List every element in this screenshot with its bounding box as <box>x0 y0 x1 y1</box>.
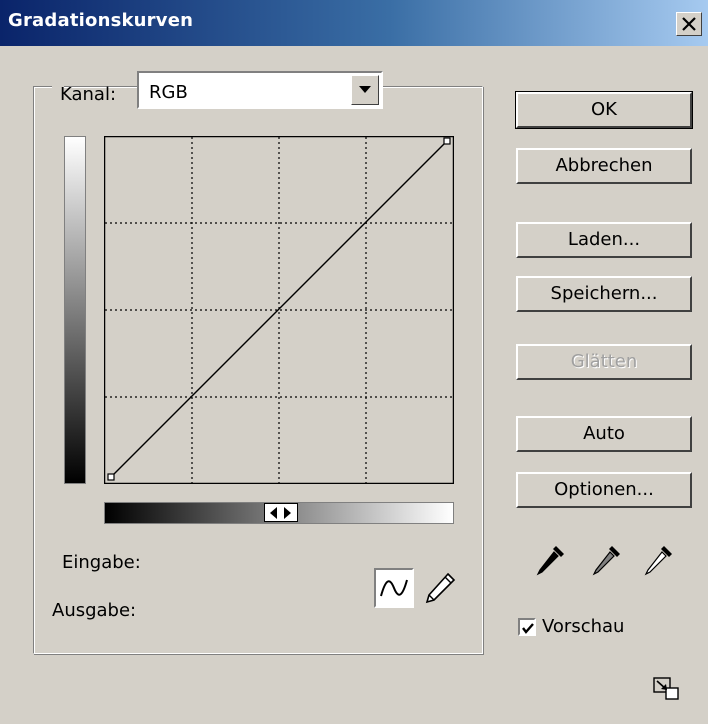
smooth-button[interactable]: Glätten <box>516 344 692 380</box>
close-icon <box>682 17 696 31</box>
checkmark-icon <box>522 623 534 634</box>
title-bar: Gradationskurven <box>0 0 708 46</box>
expand-dialog-icon[interactable] <box>652 676 682 702</box>
black-eyedropper-icon[interactable] <box>532 540 570 580</box>
input-label: Eingabe: <box>62 552 141 573</box>
window-title: Gradationskurven <box>8 10 194 31</box>
channel-select[interactable]: RGB <box>137 71 383 109</box>
pencil-tool-button[interactable] <box>420 568 460 608</box>
curve-point-white[interactable] <box>443 137 451 145</box>
load-button[interactable]: Laden... <box>516 222 692 258</box>
curve-point-black[interactable] <box>107 473 115 481</box>
curves-dialog: Gradationskurven Kanal: RGB Eingabe: Aus… <box>0 0 708 724</box>
auto-button[interactable]: Auto <box>516 416 692 452</box>
ok-button[interactable]: OK <box>515 91 693 129</box>
chevron-down-icon <box>359 86 371 93</box>
cancel-button[interactable]: Abbrechen <box>516 148 692 184</box>
preview-checkbox[interactable] <box>518 618 536 636</box>
curve-tool-button[interactable] <box>374 568 414 608</box>
save-button[interactable]: Speichern... <box>516 276 692 312</box>
channel-dropdown-button[interactable] <box>351 75 379 105</box>
pencil-icon <box>425 572 456 604</box>
swap-arrows-icon <box>270 507 291 519</box>
gray-eyedropper-icon[interactable] <box>588 540 626 580</box>
gradient-toggle-button[interactable] <box>264 503 298 522</box>
curve-tool-icon <box>380 579 408 597</box>
white-eyedropper-icon[interactable] <box>640 540 678 580</box>
curve-graph[interactable] <box>104 136 454 484</box>
channel-value: RGB <box>149 82 188 103</box>
channel-label: Kanal: <box>60 84 117 105</box>
output-gradient-bar <box>64 136 86 484</box>
close-button[interactable] <box>676 12 702 36</box>
options-button[interactable]: Optionen... <box>516 472 692 508</box>
preview-label[interactable]: Vorschau <box>542 616 624 637</box>
output-label: Ausgabe: <box>52 600 137 621</box>
